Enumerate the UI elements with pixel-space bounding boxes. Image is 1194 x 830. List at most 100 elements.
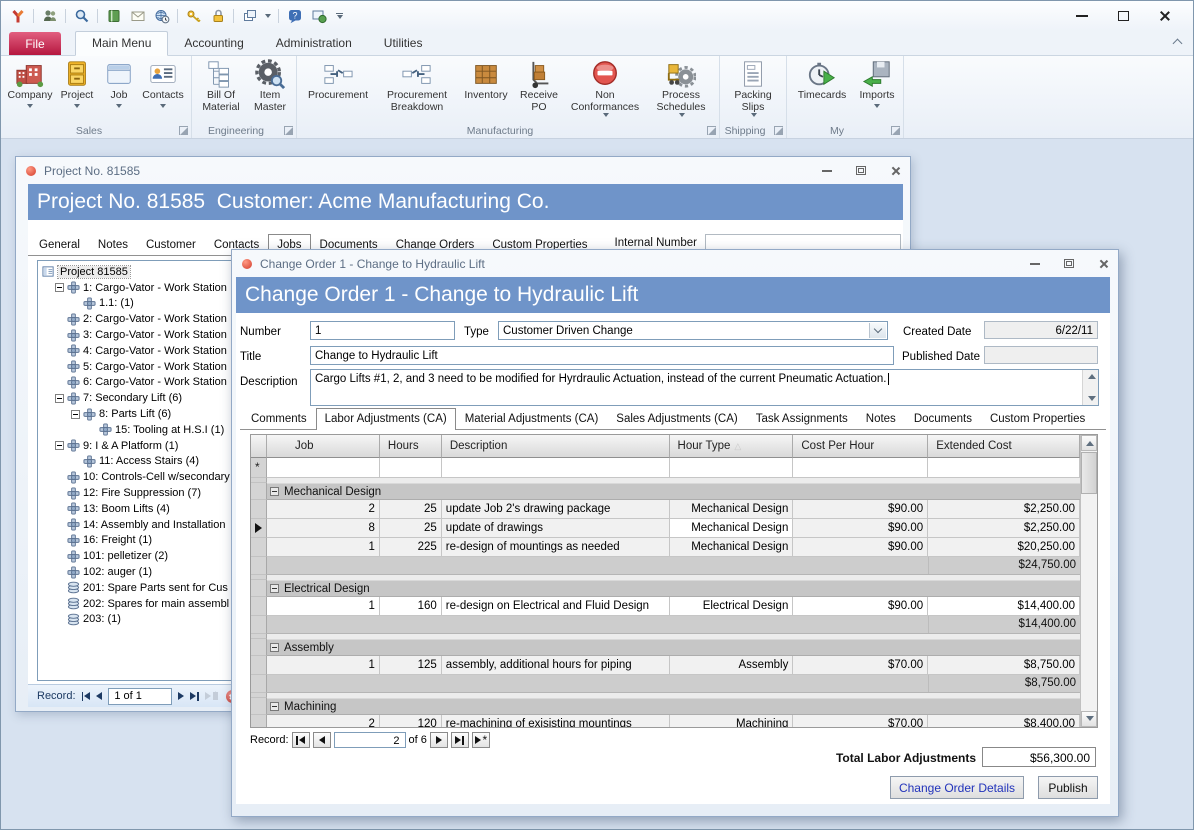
- imports-button[interactable]: Imports: [854, 57, 900, 124]
- next-record-button[interactable]: [430, 732, 448, 748]
- table-row[interactable]: 1 160 re-design on Electrical and Fluid …: [251, 597, 1080, 616]
- help-icon[interactable]: ?: [286, 8, 303, 25]
- combo-dropdown-button[interactable]: [869, 323, 886, 338]
- minimize-button[interactable]: [822, 170, 832, 172]
- web-sync-icon[interactable]: [153, 8, 170, 25]
- dialog-launcher-icon[interactable]: [284, 126, 293, 135]
- tab-comments[interactable]: Comments: [242, 408, 316, 429]
- type-combobox[interactable]: Customer Driven Change: [498, 321, 888, 340]
- cascade-dropdown-icon[interactable]: [265, 14, 271, 18]
- process-schedules-button[interactable]: Process Schedules: [646, 57, 716, 124]
- packing-slips-button[interactable]: Packing Slips: [723, 57, 783, 124]
- tree-item[interactable]: 16: Freight (1): [38, 533, 232, 549]
- minimize-button[interactable]: [1030, 263, 1040, 265]
- scroll-down-button[interactable]: [1081, 711, 1097, 727]
- scrollbar-thumb[interactable]: [1081, 452, 1097, 494]
- remote-support-icon[interactable]: [310, 8, 327, 25]
- company-button[interactable]: Company: [6, 57, 54, 124]
- tree-item[interactable]: 13: Boom Lifts (4): [38, 501, 232, 517]
- first-record-button[interactable]: [292, 732, 310, 748]
- collapse-group-icon[interactable]: [270, 584, 279, 593]
- close-button[interactable]: [1159, 10, 1171, 22]
- tree-item[interactable]: 3: Cargo-Vator - Work Station: [38, 327, 232, 343]
- tree-item[interactable]: 9: I & A Platform (1): [38, 438, 232, 454]
- toolbar-overflow-icon[interactable]: [336, 13, 343, 19]
- tab-general[interactable]: General: [30, 234, 89, 255]
- row-selector[interactable]: [251, 597, 267, 616]
- tree-item[interactable]: 202: Spares for main assembl: [38, 596, 232, 612]
- tab-documents[interactable]: Documents: [905, 408, 981, 429]
- restore-button[interactable]: [1064, 259, 1074, 268]
- group-row-machining[interactable]: Machining: [251, 698, 1080, 715]
- collapse-group-icon[interactable]: [270, 487, 279, 496]
- table-row[interactable]: 2 25 update Job 2's drawing package Mech…: [251, 500, 1080, 519]
- journal-icon[interactable]: [105, 8, 122, 25]
- scroll-up-button[interactable]: [1081, 435, 1097, 451]
- change-order-titlebar[interactable]: Change Order 1 - Change to Hydraulic Lif…: [232, 250, 1118, 277]
- tab-labor-adjustments[interactable]: Labor Adjustments (CA): [316, 408, 456, 430]
- collapse-group-icon[interactable]: [270, 702, 279, 711]
- inventory-button[interactable]: Inventory: [458, 57, 514, 124]
- column-header-extended-cost[interactable]: Extended Cost: [928, 435, 1080, 458]
- previous-record-button[interactable]: [96, 692, 102, 700]
- key-icon[interactable]: [185, 8, 202, 25]
- first-record-button[interactable]: [82, 692, 91, 701]
- publish-button[interactable]: Publish: [1038, 776, 1098, 799]
- cascade-windows-icon[interactable]: [241, 8, 258, 25]
- tab-task-assignments[interactable]: Task Assignments: [747, 408, 857, 429]
- row-selector-header[interactable]: [251, 435, 267, 458]
- tab-material-adjustments[interactable]: Material Adjustments (CA): [456, 408, 608, 429]
- collapse-ribbon-icon[interactable]: [1173, 39, 1183, 49]
- collapse-icon[interactable]: [55, 283, 64, 292]
- job-tree[interactable]: Project 81585 1: Cargo-Vator - Work Stat…: [37, 260, 233, 681]
- title-field[interactable]: Change to Hydraulic Lift: [310, 346, 894, 365]
- close-button[interactable]: [890, 166, 900, 176]
- tab-sales-adjustments[interactable]: Sales Adjustments (CA): [607, 408, 746, 429]
- procurement-button[interactable]: Procurement: [300, 57, 376, 124]
- tree-item[interactable]: 14: Assembly and Installation: [38, 517, 232, 533]
- record-position[interactable]: 1 of 1: [108, 688, 172, 705]
- table-row[interactable]: 2 120 re-machining of exisisting mountin…: [251, 715, 1080, 728]
- tab-main-menu[interactable]: Main Menu: [75, 31, 168, 56]
- change-order-details-button[interactable]: Change Order Details: [890, 776, 1024, 799]
- project-button[interactable]: Project: [54, 57, 100, 124]
- group-row-mechanical-design[interactable]: Mechanical Design: [251, 483, 1080, 500]
- tab-notes[interactable]: Notes: [89, 234, 137, 255]
- new-record-button[interactable]: [472, 732, 490, 748]
- tree-item[interactable]: 203: (1): [38, 612, 232, 628]
- tree-item[interactable]: 102: auger (1): [38, 564, 232, 580]
- tree-item[interactable]: 101: pelletizer (2): [38, 548, 232, 564]
- previous-record-button[interactable]: [313, 732, 331, 748]
- tree-item[interactable]: 11: Access Stairs (4): [38, 454, 232, 470]
- grid-scrollbar[interactable]: [1080, 435, 1097, 727]
- procurement-breakdown-button[interactable]: Procurement Breakdown: [376, 57, 458, 124]
- row-selector[interactable]: [251, 538, 267, 557]
- lock-icon[interactable]: [209, 8, 226, 25]
- timecards-button[interactable]: Timecards: [790, 57, 854, 124]
- group-row-assembly[interactable]: Assembly: [251, 639, 1080, 656]
- tree-item[interactable]: 12: Fire Suppression (7): [38, 485, 232, 501]
- mail-icon[interactable]: [129, 8, 146, 25]
- collapse-icon[interactable]: [55, 394, 64, 403]
- tab-file[interactable]: File: [9, 32, 61, 55]
- last-record-button[interactable]: [190, 692, 199, 701]
- contacts-icon[interactable]: [41, 8, 58, 25]
- project-window-titlebar[interactable]: Project No. 81585: [16, 157, 910, 184]
- tree-item[interactable]: 7: Secondary Lift (6): [38, 390, 232, 406]
- column-header-job[interactable]: Job: [267, 435, 380, 458]
- column-header-hour-type[interactable]: Hour Type△: [670, 435, 794, 458]
- tree-item[interactable]: 1: Cargo-Vator - Work Station: [38, 280, 232, 296]
- new-row-selector[interactable]: [251, 458, 267, 478]
- row-selector[interactable]: [251, 715, 267, 728]
- receive-po-button[interactable]: Receive PO: [514, 57, 564, 124]
- row-selector[interactable]: [251, 500, 267, 519]
- dialog-launcher-icon[interactable]: [774, 126, 783, 135]
- tab-customer[interactable]: Customer: [137, 234, 205, 255]
- dialog-launcher-icon[interactable]: [891, 126, 900, 135]
- tree-item[interactable]: 15: Tooling at H.S.I (1): [38, 422, 232, 438]
- maximize-button[interactable]: [1118, 11, 1129, 21]
- next-record-button[interactable]: [178, 692, 184, 700]
- job-button[interactable]: Job: [100, 57, 138, 124]
- table-row-current[interactable]: 8 25 update of drawings Mechanical Desig…: [251, 519, 1080, 538]
- tree-item[interactable]: 1.1: (1): [38, 296, 232, 312]
